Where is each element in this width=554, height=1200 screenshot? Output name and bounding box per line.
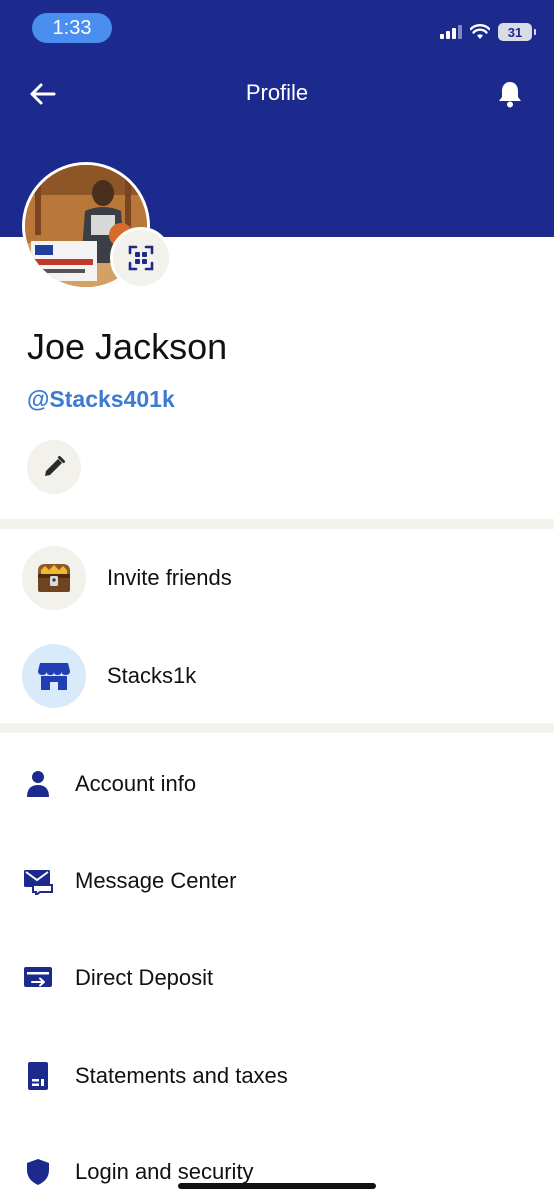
menu-item-account-info[interactable]: Account info: [0, 754, 554, 814]
edit-profile-button[interactable]: [27, 440, 81, 494]
feature-icon-circle: [22, 546, 86, 610]
menu-item-statements-and-taxes[interactable]: Statements and taxes: [0, 1046, 554, 1106]
direct-deposit-icon: [24, 967, 52, 987]
menu-icon: [22, 768, 54, 800]
menu-item-message-center[interactable]: Message Center: [0, 851, 554, 911]
top-nav: Profile: [0, 68, 554, 118]
direct-deposit-label: Direct Deposit: [75, 965, 214, 990]
storefront-icon: [38, 663, 70, 690]
bell-icon: [499, 82, 521, 108]
menu-item-direct-deposit[interactable]: Direct Deposit: [0, 948, 554, 1008]
home-indicator[interactable]: [178, 1183, 376, 1189]
invite-friends-label: Invite friends: [107, 565, 232, 590]
person-icon: [27, 771, 49, 797]
section-divider: [0, 723, 554, 733]
qr-scan-icon: [128, 245, 154, 271]
wifi-icon: [470, 24, 490, 39]
statements-and-taxes-label: Statements and taxes: [75, 1063, 288, 1088]
list-item-stacks1k[interactable]: Stacks1k: [0, 642, 554, 710]
list-item-invite-friends[interactable]: Invite friends: [0, 544, 554, 612]
menu-icon: [22, 962, 54, 994]
signal-icon: [440, 25, 462, 39]
status-icons: 31: [440, 22, 536, 42]
qr-code-button[interactable]: [110, 227, 172, 289]
profile-handle: @Stacks401k: [27, 386, 175, 412]
page-title: Profile: [245, 80, 309, 105]
profile-name: Joe Jackson: [27, 326, 228, 367]
status-time: 1:33: [32, 13, 112, 43]
menu-icon: [22, 865, 54, 897]
notifications-button[interactable]: [494, 76, 526, 112]
shield-icon: [27, 1159, 49, 1185]
treasure-chest-icon: [38, 564, 70, 592]
stacks1k-label: Stacks1k: [107, 663, 197, 688]
section-divider: [0, 519, 554, 529]
menu-icon: [22, 1156, 54, 1188]
pencil-icon: [45, 456, 65, 476]
status-bar: 1:33 31: [0, 0, 554, 56]
document-icon: [28, 1062, 48, 1090]
menu-icon: [22, 1060, 54, 1092]
menu-item-login-and-security[interactable]: Login and security: [0, 1142, 554, 1200]
account-info-label: Account info: [75, 771, 197, 796]
login-and-security-label: Login and security: [75, 1159, 254, 1184]
battery-icon: 31: [498, 23, 536, 41]
feature-icon-circle: [22, 644, 86, 708]
message-icon: [24, 870, 53, 895]
message-center-label: Message Center: [75, 868, 237, 893]
